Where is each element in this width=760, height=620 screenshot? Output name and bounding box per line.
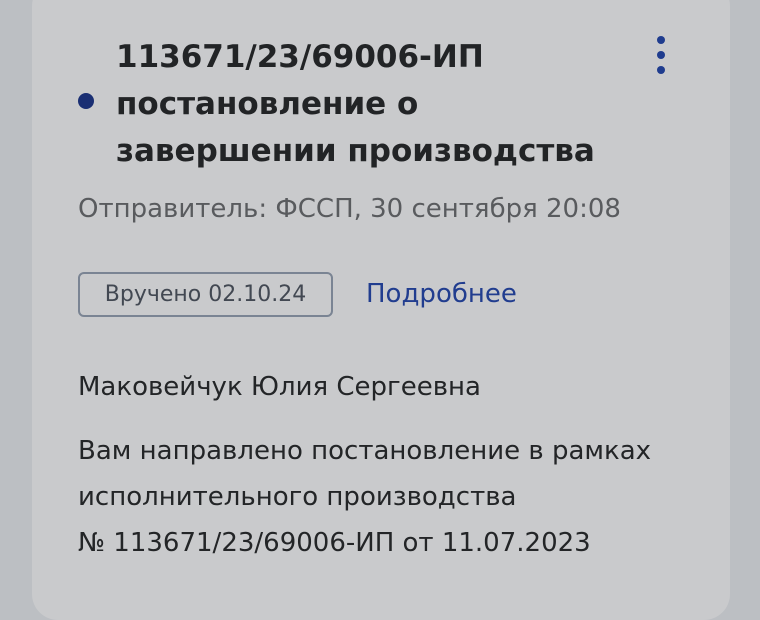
- title-line-2: постановление о: [116, 86, 419, 122]
- more-vertical-icon: [657, 36, 665, 44]
- message-line-1: Вам направлено постановление в рамках: [78, 436, 652, 466]
- more-vertical-icon-dot: [657, 51, 665, 59]
- title-line-3: завершении производства: [116, 133, 595, 169]
- title-line-1: 113671/23/69006-ИП: [116, 39, 484, 75]
- recipient-name: Маковейчук Юлия Сергеевна: [78, 372, 481, 402]
- more-vertical-icon-dot: [657, 66, 665, 74]
- message-line-2: исполнительного производства: [78, 482, 517, 512]
- more-options-button[interactable]: [648, 36, 674, 76]
- status-badge: Вручено 02.10.24: [78, 272, 333, 317]
- message-text: Вам направлено постановление в рамках ис…: [78, 428, 698, 566]
- notification-title: 113671/23/69006-ИП постановление о завер…: [116, 34, 636, 175]
- sender-info: Отправитель: ФССП, 30 сентября 20:08: [78, 194, 621, 224]
- unread-dot-icon: [78, 93, 94, 109]
- details-link[interactable]: Подробнее: [366, 275, 517, 313]
- message-line-3: № 113671/23/69006-ИП от 11.07.2023: [78, 528, 591, 558]
